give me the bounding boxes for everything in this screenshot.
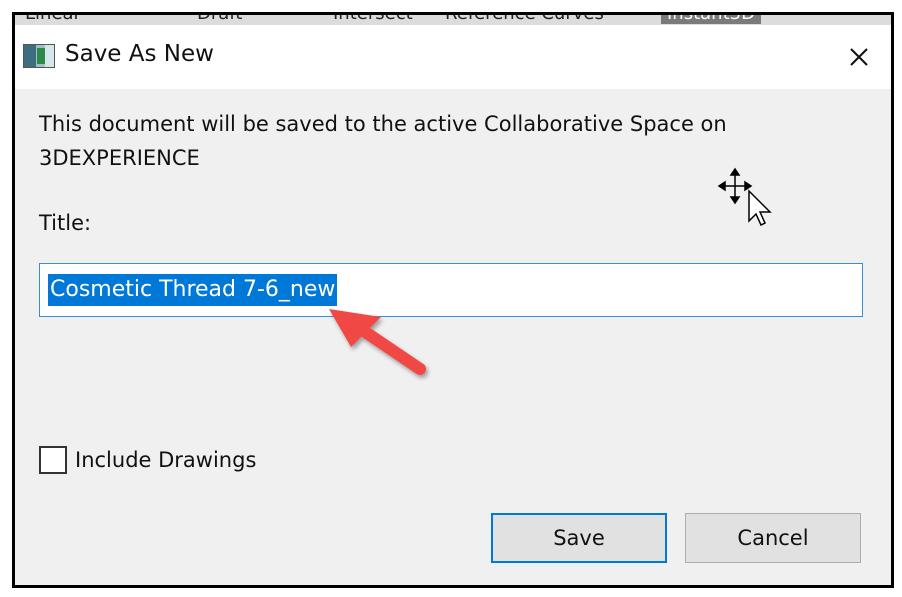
cancel-button[interactable]: Cancel — [685, 513, 861, 563]
dialog-title: Save As New — [65, 41, 214, 67]
include-drawings-label: Include Drawings — [75, 448, 257, 472]
red-arrow-icon — [329, 309, 426, 375]
screenshot-frame: Linear Draft Intersect Reference Curves … — [12, 12, 894, 588]
include-drawings-checkbox[interactable] — [39, 446, 67, 474]
close-button[interactable] — [841, 39, 877, 75]
bg-fragment-intersect: Intersect — [333, 15, 413, 24]
save-button[interactable]: Save — [491, 513, 667, 563]
include-drawings-option[interactable]: Include Drawings — [39, 443, 256, 477]
bg-fragment-instant3d: Instant3D — [661, 15, 761, 24]
solidworks-window-icon — [23, 44, 55, 68]
bg-fragment-linear: Linear — [25, 15, 81, 24]
close-icon — [850, 48, 868, 66]
move-cursor-icon — [717, 167, 772, 227]
title-input[interactable]: Cosmetic Thread 7-6_new — [39, 263, 863, 317]
background-app-toolbar: Linear Draft Intersect Reference Curves … — [15, 15, 891, 25]
title-field-label: Title: — [39, 211, 92, 235]
bg-fragment-reference-curves: Reference Curves — [445, 15, 604, 24]
dialog-message: This document will be saved to the activ… — [39, 112, 727, 170]
dialog-titlebar: Save As New — [15, 25, 891, 89]
title-input-selected-text: Cosmetic Thread 7-6_new — [48, 274, 338, 306]
bg-fragment-draft: Draft — [197, 15, 242, 24]
